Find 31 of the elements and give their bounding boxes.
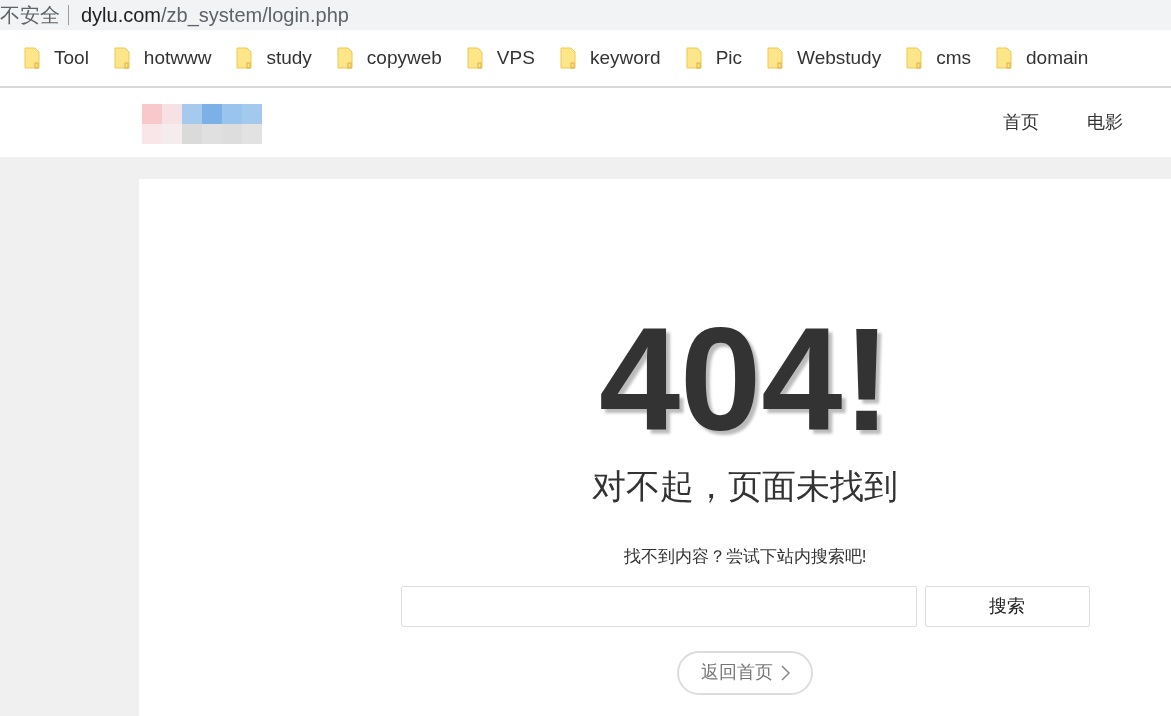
folder-icon xyxy=(24,47,40,69)
bookmark-folder[interactable]: domain xyxy=(996,43,1102,73)
bookmark-folder[interactable]: VPS xyxy=(466,43,548,73)
bookmark-folder[interactable]: study xyxy=(236,43,325,73)
bookmark-folder[interactable]: copyweb xyxy=(336,43,455,73)
bookmark-folder[interactable]: Pic xyxy=(685,43,756,73)
search-hint: 找不到内容？尝试下站内搜索吧! xyxy=(623,546,867,568)
error-code: 404! xyxy=(598,307,892,453)
security-label[interactable]: 不安全 xyxy=(0,3,60,27)
error-title: 对不起，页面未找到 xyxy=(592,466,898,507)
nav-link[interactable]: 电影 xyxy=(1087,109,1123,136)
bookmark-folder[interactable]: Tool xyxy=(24,43,102,73)
search-field[interactable] xyxy=(400,585,917,627)
bookmark-folder[interactable]: Webstudy xyxy=(767,43,895,73)
folder-icon xyxy=(559,47,576,69)
folder-icon xyxy=(113,47,130,69)
bookmark-folder[interactable]: hotwww xyxy=(113,43,225,73)
folder-icon xyxy=(996,47,1012,69)
folder-icon xyxy=(466,47,483,69)
chevron-right-icon xyxy=(780,664,790,681)
bookmark-folder[interactable]: keyword xyxy=(559,43,674,73)
folder-icon xyxy=(767,47,784,69)
back-home-button[interactable]: 返回首页 xyxy=(677,650,813,695)
nav-link[interactable]: 首页 xyxy=(1003,109,1039,136)
folder-icon xyxy=(336,47,353,69)
folder-icon xyxy=(906,47,923,69)
search-button[interactable]: 搜索 xyxy=(924,585,1090,627)
folder-icon xyxy=(236,47,253,69)
url-text[interactable]: dylu.com/zb_system/login.php xyxy=(81,3,349,27)
bookmark-folder[interactable]: cms xyxy=(906,43,984,73)
folder-icon xyxy=(685,47,702,69)
